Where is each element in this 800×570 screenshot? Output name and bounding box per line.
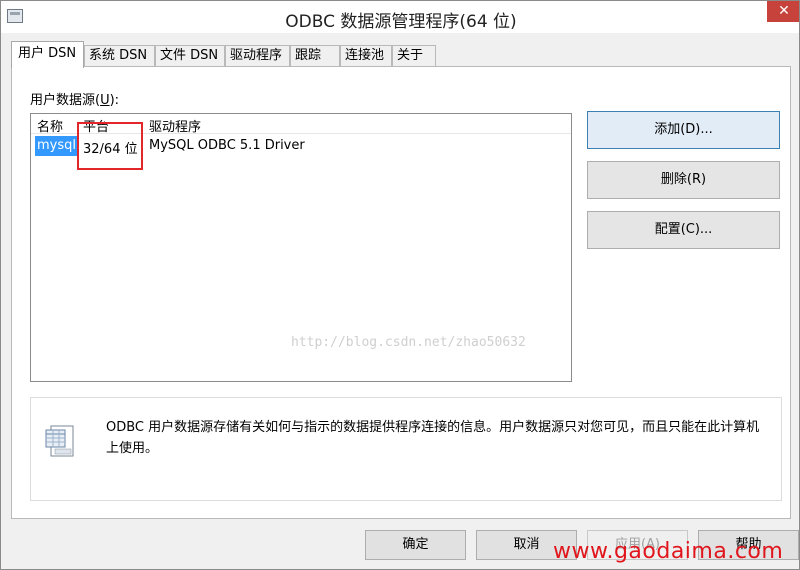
column-driver-header[interactable]: 驱动程序 (149, 116, 201, 135)
title-bar: ODBC 数据源管理程序(64 位) ✕ (1, 1, 799, 33)
tab-drivers[interactable]: 驱动程序 (225, 45, 290, 67)
add-button[interactable]: 添加(D)... (587, 111, 780, 149)
close-button[interactable]: ✕ (767, 1, 799, 22)
user-data-sources-label: 用户数据源(U): (30, 93, 120, 108)
platform-highlight-box (77, 122, 143, 170)
tab-about[interactable]: 关于 (392, 45, 436, 67)
site-watermark: www.gaodaima.com (553, 539, 784, 564)
tab-connection-pooling[interactable]: 连接池 (340, 45, 392, 67)
info-box: ODBC 用户数据源存储有关如何与指示的数据提供程序连接的信息。用户数据源只对您… (30, 397, 782, 501)
remove-button[interactable]: 删除(R) (587, 161, 780, 199)
tab-tracing[interactable]: 跟踪 (290, 45, 340, 67)
odbc-dialog: ODBC 数据源管理程序(64 位) ✕ 用户 DSN 系统 DSN 文件 DS… (0, 0, 800, 570)
data-source-icon (45, 425, 74, 457)
dsn-name-cell: mysql (35, 136, 77, 156)
window-title: ODBC 数据源管理程序(64 位) (285, 12, 517, 32)
blog-watermark: http://blog.csdn.net/zhao50632 (291, 335, 526, 350)
tab-system-dsn[interactable]: 系统 DSN (84, 45, 155, 67)
tab-file-dsn[interactable]: 文件 DSN (155, 45, 225, 67)
user-dsn-list[interactable]: 名称 平台 驱动程序 mysql 32/64 位 MySQL ODBC 5.1 … (30, 113, 572, 382)
info-description: ODBC 用户数据源存储有关如何与指示的数据提供程序连接的信息。用户数据源只对您… (106, 420, 760, 456)
column-name-header[interactable]: 名称 (37, 116, 63, 135)
configure-button[interactable]: 配置(C)... (587, 211, 780, 249)
list-item[interactable]: mysql 32/64 位 MySQL ODBC 5.1 Driver (31, 122, 571, 170)
user-dsn-panel: 用户数据源(U): 名称 平台 驱动程序 mysql 32/64 位 MySQL… (11, 66, 791, 519)
ok-button[interactable]: 确定 (365, 530, 466, 560)
dsn-driver-cell: MySQL ODBC 5.1 Driver (149, 138, 305, 153)
tab-user-dsn[interactable]: 用户 DSN (11, 41, 84, 68)
